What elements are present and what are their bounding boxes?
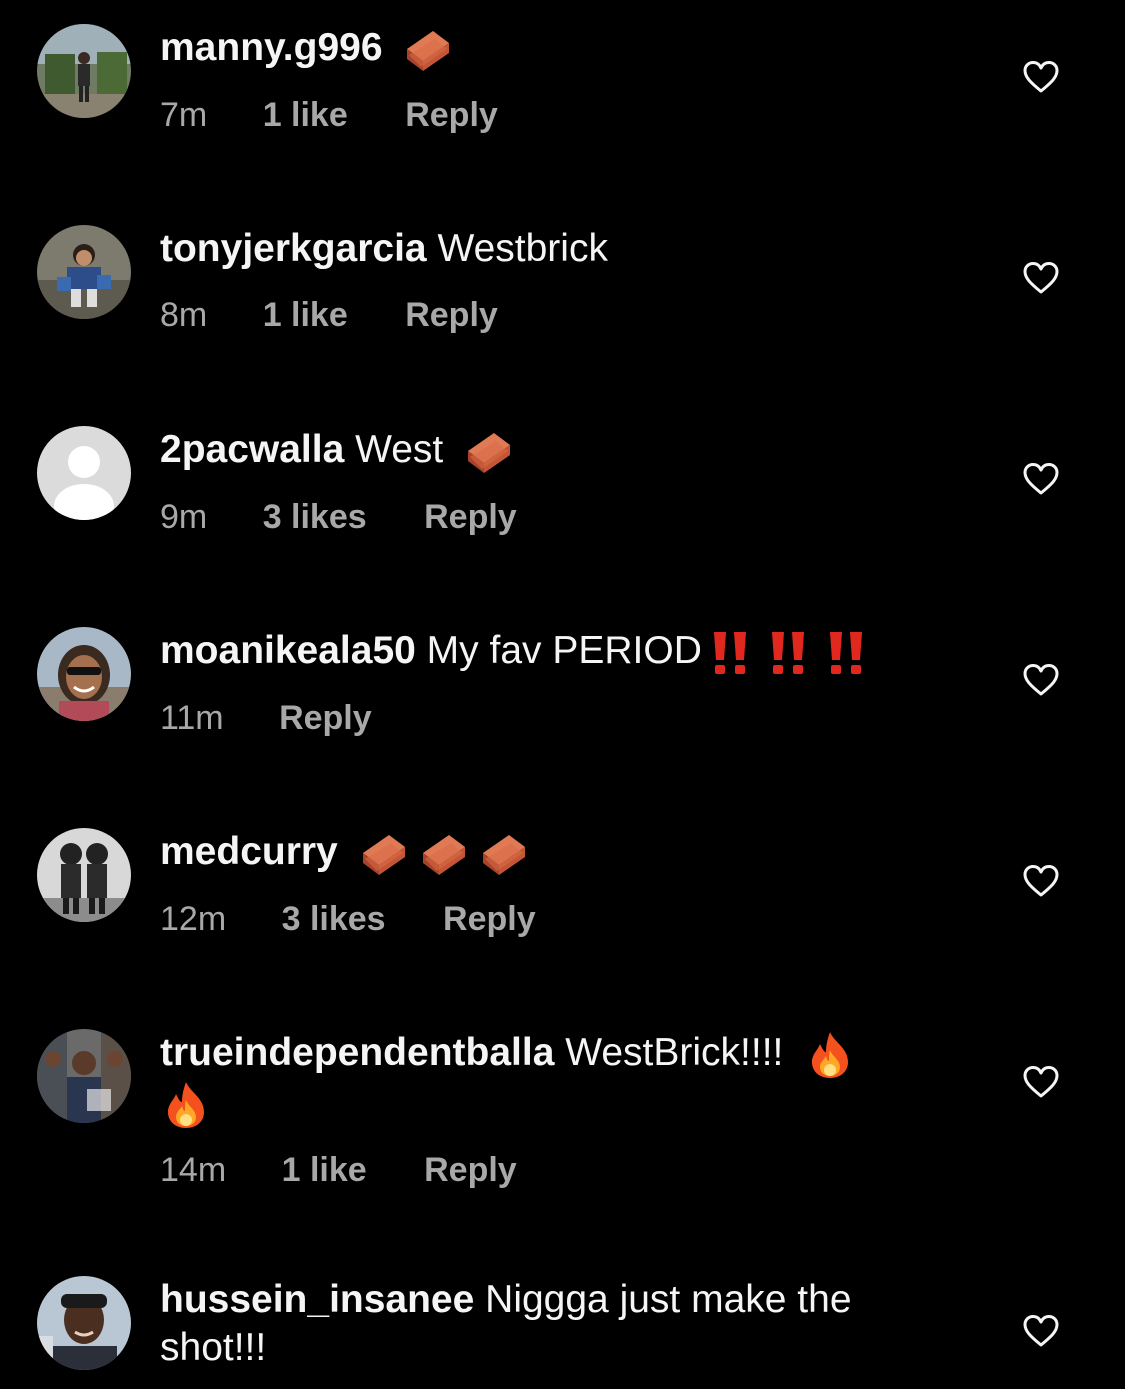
avatar[interactable]	[37, 1276, 131, 1370]
comment-username[interactable]: moanikeala50	[160, 629, 416, 672]
avatar[interactable]	[37, 1029, 131, 1123]
like-heart-icon[interactable]	[1022, 864, 1060, 898]
avatar[interactable]	[37, 627, 131, 721]
comment-username[interactable]: medcurry	[160, 830, 338, 873]
comment-text: trueindependentballa WestBrick!!!!	[160, 1029, 960, 1130]
reply-button[interactable]: Reply	[405, 96, 498, 134]
reply-button[interactable]: Reply	[443, 900, 536, 938]
comment-username[interactable]: manny.g996	[160, 26, 383, 69]
double-exclamation-icon	[768, 630, 808, 676]
comment-text: moanikeala50 My fav PERIOD	[160, 627, 960, 676]
avatar[interactable]	[37, 24, 131, 118]
comment-meta: 14m 1 like Reply	[160, 1150, 960, 1190]
comment-text: manny.g996	[160, 24, 960, 73]
like-heart-icon[interactable]	[1022, 1314, 1060, 1348]
comment-timestamp: 9m	[160, 497, 208, 536]
like-heart-icon[interactable]	[1022, 462, 1060, 496]
comment-text: tonyjerkgarcia Westbrick	[160, 225, 960, 273]
brick-icon	[479, 831, 529, 877]
brick-icon	[419, 831, 469, 877]
reply-button[interactable]: Reply	[279, 699, 372, 737]
comment-meta: 9m 3 likes Reply	[160, 497, 960, 537]
comment-text: medcurry	[160, 828, 960, 877]
comment-meta: 8m 1 like Reply	[160, 295, 960, 335]
double-exclamation-icon	[710, 630, 750, 676]
comment-meta: 11m Reply	[160, 698, 960, 738]
comment-body: My fav PERIOD	[426, 629, 702, 672]
comment-text: hussein_insanee Niggga just make the sho…	[160, 1276, 960, 1372]
comment-timestamp: 7m	[160, 95, 208, 134]
comment-meta: 7m 1 like Reply	[160, 95, 960, 135]
comment-like-count[interactable]: 1 like	[263, 296, 348, 334]
brick-icon	[359, 831, 409, 877]
fire-icon	[808, 1030, 852, 1080]
reply-button[interactable]: Reply	[424, 1151, 517, 1189]
comment-timestamp: 8m	[160, 296, 208, 334]
brick-icon	[403, 27, 453, 73]
like-heart-icon[interactable]	[1022, 261, 1060, 295]
brick-icon	[464, 429, 514, 475]
comment-username[interactable]: tonyjerkgarcia	[160, 227, 427, 270]
comment-timestamp: 11m	[160, 698, 224, 737]
comment-like-count[interactable]: 1 like	[282, 1151, 367, 1189]
comment-like-count[interactable]: 3 likes	[263, 498, 367, 536]
avatar[interactable]	[37, 426, 131, 520]
like-heart-icon[interactable]	[1022, 1065, 1060, 1099]
comment-username[interactable]: trueindependentballa	[160, 1031, 554, 1074]
comment-like-count[interactable]: 1 like	[263, 96, 348, 134]
like-heart-icon[interactable]	[1022, 60, 1060, 94]
comment-body: WestBrick!!!!	[565, 1031, 784, 1074]
double-exclamation-icon	[826, 630, 866, 676]
reply-button[interactable]: Reply	[405, 296, 498, 334]
comment-text: 2pacwalla West	[160, 426, 960, 475]
comment-username[interactable]: 2pacwalla	[160, 428, 344, 471]
comment-like-count[interactable]: 3 likes	[282, 900, 386, 938]
reply-button[interactable]: Reply	[424, 498, 517, 536]
comment-timestamp: 12m	[160, 899, 227, 938]
comment-meta: 12m 3 likes Reply	[160, 899, 960, 939]
comment-body: West	[355, 428, 444, 471]
like-heart-icon[interactable]	[1022, 663, 1060, 697]
fire-icon	[164, 1080, 208, 1130]
comment-username[interactable]: hussein_insanee	[160, 1278, 474, 1321]
comment-body: Westbrick	[437, 227, 608, 270]
avatar[interactable]	[37, 828, 131, 922]
avatar[interactable]	[37, 225, 131, 319]
comment-timestamp: 14m	[160, 1151, 227, 1190]
